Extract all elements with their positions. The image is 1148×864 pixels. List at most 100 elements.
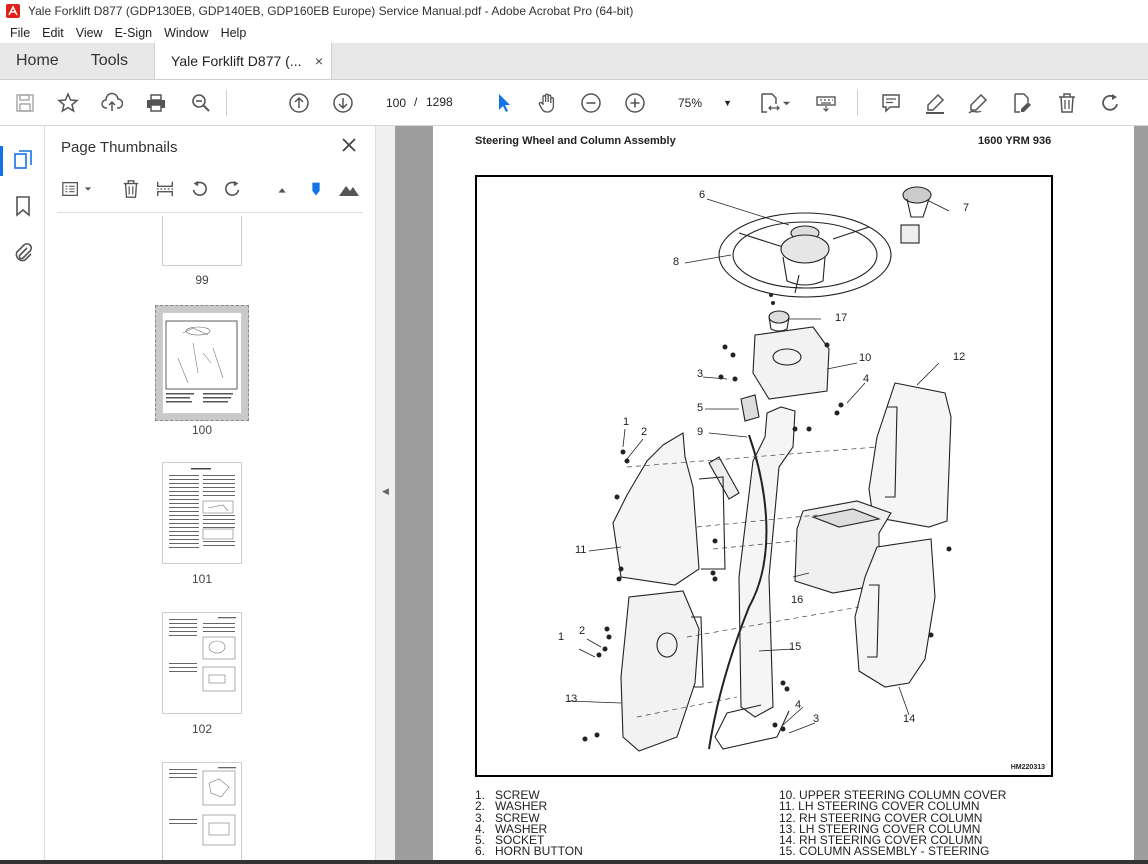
thumbnail-text-preview [169, 468, 235, 548]
highlight-icon[interactable] [923, 91, 947, 115]
thumbnail-large-icon[interactable] [338, 178, 360, 200]
callout-label: 2 [641, 426, 648, 438]
thumbnail-label: 99 [195, 273, 209, 287]
next-page-icon[interactable] [331, 91, 355, 115]
page-fit-icon[interactable] [758, 91, 782, 115]
callout-label: 12 [953, 351, 966, 363]
thumbnail-page[interactable] [162, 216, 242, 266]
callout-label: 1 [623, 416, 630, 428]
save-icon[interactable] [13, 91, 37, 115]
menu-view[interactable]: View [70, 26, 109, 40]
thumbnail-page[interactable] [162, 612, 242, 714]
chevron-down-icon[interactable] [780, 91, 792, 115]
page-separator: / [414, 95, 418, 109]
callout-label: 5 [697, 402, 704, 414]
select-cursor-icon[interactable] [492, 91, 516, 115]
pdf-page: Steering Wheel and Column Assembly 1600 … [433, 126, 1134, 864]
menu-window[interactable]: Window [158, 26, 214, 40]
document-view[interactable]: Steering Wheel and Column Assembly 1600 … [395, 126, 1148, 864]
chevron-down-icon[interactable] [83, 178, 93, 200]
thumbnail-label: 102 [191, 722, 213, 736]
callout-label: 3 [813, 713, 820, 725]
zoom-in-icon[interactable] [623, 91, 647, 115]
thumbnail-size-slider-icon[interactable] [305, 178, 327, 200]
menu-edit[interactable]: Edit [36, 26, 70, 40]
thumbnail-label: 101 [191, 572, 213, 586]
callout-label: 10 [859, 352, 872, 364]
zoom-value: 75% [678, 96, 703, 110]
tab-document-label: Yale Forklift D877 (... [171, 53, 302, 69]
callout-label: 7 [963, 202, 970, 214]
part-row: 6. HORN BUTTON [475, 844, 583, 859]
rail-active-indicator [0, 146, 3, 176]
part-name: HORN BUTTON [495, 844, 583, 859]
fill-sign-icon[interactable] [1010, 91, 1034, 115]
zoom-out-icon[interactable] [579, 91, 603, 115]
close-panel-icon[interactable] [341, 137, 357, 153]
collapse-panel-icon[interactable]: ◀ [382, 486, 389, 497]
close-tab-icon[interactable]: × [315, 53, 323, 69]
thumbnails-panel: Page Thumbnails 99 100 101 102 [45, 126, 415, 864]
delete-page-icon[interactable] [120, 178, 142, 200]
page-thumbnails-icon[interactable] [11, 148, 35, 172]
print-icon[interactable] [144, 91, 168, 115]
find-icon[interactable] [189, 91, 213, 115]
steering-assembly-diagram [568, 186, 952, 752]
upload-icon[interactable] [100, 91, 124, 115]
page-header-code: 1600 YRM 936 [978, 135, 1052, 147]
hand-icon[interactable] [535, 91, 559, 115]
options-menu-icon[interactable] [60, 178, 82, 200]
thumbnail-page-current[interactable] [162, 312, 242, 414]
rotate-icon[interactable] [1099, 91, 1123, 115]
attachments-icon[interactable] [11, 240, 35, 264]
tab-tools[interactable]: Tools [75, 43, 144, 79]
rotate-right-icon[interactable] [222, 178, 244, 200]
callout-label: 4 [863, 373, 870, 385]
tab-bar: Home Tools Yale Forklift D877 (... × [0, 43, 1148, 80]
callout-label: 13 [565, 693, 578, 705]
callout-label: 14 [903, 713, 916, 725]
draw-icon[interactable] [966, 91, 990, 115]
panel-toolbar [45, 176, 375, 206]
callout-label: 1 [558, 631, 565, 643]
delete-icon[interactable] [1055, 91, 1079, 115]
thumbnail-small-icon[interactable] [272, 178, 294, 200]
toolbar-divider [857, 90, 858, 116]
page-header-title: Steering Wheel and Column Assembly [475, 135, 676, 147]
insert-page-icon[interactable] [154, 178, 176, 200]
menu-esign[interactable]: E-Sign [109, 26, 159, 40]
tab-home[interactable]: Home [0, 43, 75, 79]
toolbar: 100 / 1298 75% ▼ [0, 80, 1148, 126]
rotate-left-icon[interactable] [188, 178, 210, 200]
callout-label: 15 [789, 641, 802, 653]
menu-file[interactable]: File [4, 26, 36, 40]
prev-page-icon[interactable] [287, 91, 311, 115]
menu-bar: File Edit View E-Sign Window Help [0, 22, 1148, 43]
left-rail [0, 126, 45, 864]
bookmark-star-icon[interactable] [56, 91, 80, 115]
callout-label: 2 [579, 625, 586, 637]
thumbnail-label: 100 [191, 423, 213, 437]
panel-splitter[interactable]: ◀ [375, 126, 395, 864]
callout-label: 9 [697, 426, 704, 438]
parts-list-right: 10. UPPER STEERING COLUMN COVER 11. LH S… [779, 789, 1006, 859]
callout-label: 4 [795, 699, 802, 711]
page-number-input[interactable]: 100 [375, 91, 411, 115]
comment-icon[interactable] [879, 91, 903, 115]
thumbnail-page[interactable] [162, 462, 242, 564]
part-number: 6. [475, 844, 486, 859]
part-number: 15. [779, 844, 796, 859]
bookmarks-icon[interactable] [11, 194, 35, 218]
menu-help[interactable]: Help [215, 26, 253, 40]
tab-document[interactable]: Yale Forklift D877 (... × [154, 43, 333, 79]
zoom-select[interactable]: 75% ▼ [668, 91, 740, 115]
keyboard-icon[interactable] [814, 91, 838, 115]
callout-label: 17 [835, 312, 848, 324]
thumbnail-page[interactable] [162, 762, 242, 864]
callout-label: 11 [575, 544, 587, 556]
thumbnail-list: 99 100 101 102 [45, 216, 355, 864]
exploded-view-figure: 6 7 8 17 10 12 3 4 5 9 1 2 11 16 1 2 15 … [475, 175, 1053, 777]
panel-title: Page Thumbnails [61, 139, 178, 156]
page-total: 1298 [426, 95, 453, 109]
chevron-down-icon: ▼ [723, 98, 732, 108]
